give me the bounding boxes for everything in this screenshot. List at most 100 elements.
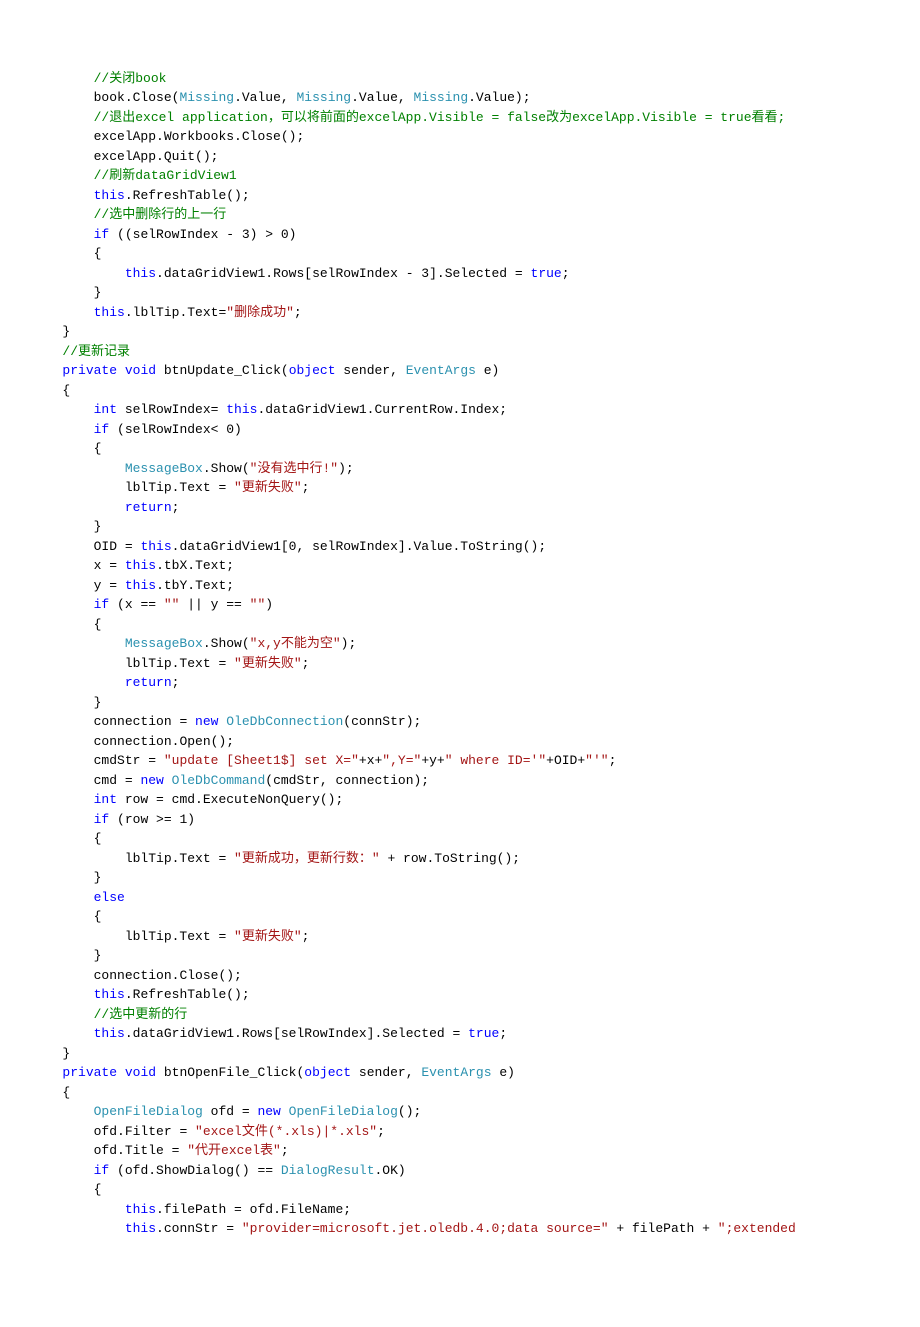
code-token: ;: [499, 1026, 507, 1041]
code-token: );: [341, 636, 357, 651]
code-token: {: [94, 1182, 102, 1197]
code-token: "更新失败": [234, 480, 302, 495]
code-line: //关闭book: [0, 69, 920, 89]
code-token: .tbY.Text;: [156, 578, 234, 593]
code-token: OID =: [94, 539, 141, 554]
code-line: connection.Open();: [0, 732, 920, 752]
code-line: this.dataGridView1.Rows[selRowIndex].Sel…: [0, 1024, 920, 1044]
code-line: else: [0, 888, 920, 908]
code-token: this: [125, 558, 156, 573]
code-line: }: [0, 1044, 920, 1064]
code-token: //选中更新的行: [94, 1007, 188, 1022]
code-token: ();: [398, 1104, 421, 1119]
code-token: Missing: [296, 90, 351, 105]
code-token: ;: [172, 500, 180, 515]
code-token: .Value);: [468, 90, 530, 105]
code-token: ;: [377, 1124, 385, 1139]
code-token: "代开excel表": [187, 1143, 281, 1158]
code-token: ofd =: [203, 1104, 258, 1119]
code-token: ";extended: [718, 1221, 796, 1236]
code-token: .Value,: [351, 90, 413, 105]
code-line: this.lblTip.Text="删除成功";: [0, 303, 920, 323]
code-token: void: [125, 1065, 156, 1080]
code-line: }: [0, 693, 920, 713]
code-token: EventArgs: [406, 363, 476, 378]
code-token: "update [Sheet1$] set X=": [164, 753, 359, 768]
code-token: ((selRowIndex - 3) > 0): [109, 227, 296, 242]
code-line: {: [0, 381, 920, 401]
code-line: if (ofd.ShowDialog() == DialogResult.OK): [0, 1161, 920, 1181]
code-token: (row >= 1): [109, 812, 195, 827]
code-token: if: [94, 227, 110, 242]
code-token: //更新记录: [62, 344, 130, 359]
code-line: private void btnOpenFile_Click(object se…: [0, 1063, 920, 1083]
code-line: MessageBox.Show("x,y不能为空");: [0, 634, 920, 654]
code-token: "删除成功": [226, 305, 294, 320]
code-token: }: [94, 870, 102, 885]
code-token: else: [94, 890, 125, 905]
code-line: }: [0, 283, 920, 303]
code-token: connection.Close();: [94, 968, 242, 983]
code-line: {: [0, 439, 920, 459]
code-token: OleDbConnection: [226, 714, 343, 729]
code-token: "没有选中行!": [250, 461, 338, 476]
code-line: MessageBox.Show("没有选中行!");: [0, 459, 920, 479]
code-line: OID = this.dataGridView1[0, selRowIndex]…: [0, 537, 920, 557]
code-token: .dataGridView1[0, selRowIndex].Value.ToS…: [172, 539, 546, 554]
code-token: [281, 1104, 289, 1119]
code-line: //刷新dataGridView1: [0, 166, 920, 186]
code-token: //选中删除行的上一行: [94, 207, 227, 222]
code-token: +x+: [359, 753, 382, 768]
code-token: true: [531, 266, 562, 281]
code-token: .dataGridView1.Rows[selRowIndex - 3].Sel…: [156, 266, 530, 281]
code-line: int row = cmd.ExecuteNonQuery();: [0, 790, 920, 810]
code-token: }: [94, 695, 102, 710]
code-token: (connStr);: [343, 714, 421, 729]
code-token: int: [94, 792, 117, 807]
code-token: OpenFileDialog: [94, 1104, 203, 1119]
code-line: //选中更新的行: [0, 1005, 920, 1025]
code-token: .OK): [375, 1163, 406, 1178]
code-token: {: [62, 1085, 70, 1100]
code-token: this: [226, 402, 257, 417]
code-token: .dataGridView1.Rows[selRowIndex].Selecte…: [125, 1026, 468, 1041]
code-token: void: [125, 363, 156, 378]
code-token: ",Y=": [382, 753, 421, 768]
code-token: (selRowIndex< 0): [109, 422, 242, 437]
code-line: int selRowIndex= this.dataGridView1.Curr…: [0, 400, 920, 420]
code-token: +OID+: [546, 753, 585, 768]
code-token: private: [62, 1065, 117, 1080]
code-token: this: [125, 1202, 156, 1217]
code-line: private void btnUpdate_Click(object send…: [0, 361, 920, 381]
code-token: this: [125, 266, 156, 281]
code-token: if: [94, 812, 110, 827]
code-token: //刷新dataGridView1: [94, 168, 237, 183]
code-token: }: [94, 285, 102, 300]
code-token: {: [94, 909, 102, 924]
code-line: y = this.tbY.Text;: [0, 576, 920, 596]
code-line: this.filePath = ofd.FileName;: [0, 1200, 920, 1220]
code-token: this: [125, 578, 156, 593]
code-line: }: [0, 517, 920, 537]
code-line: excelApp.Quit();: [0, 147, 920, 167]
code-line: connection = new OleDbConnection(connStr…: [0, 712, 920, 732]
code-line: lblTip.Text = "更新失败";: [0, 927, 920, 947]
code-token: new: [195, 714, 218, 729]
code-line: if (x == "" || y == ""): [0, 595, 920, 615]
code-token: "excel文件(*.xls)|*.xls": [195, 1124, 377, 1139]
code-token: this: [140, 539, 171, 554]
code-token: selRowIndex=: [117, 402, 226, 417]
code-token: MessageBox: [125, 461, 203, 476]
code-token: ;: [294, 305, 302, 320]
code-line: //更新记录: [0, 342, 920, 362]
code-token: }: [62, 1046, 70, 1061]
code-token: btnUpdate_Click(: [156, 363, 289, 378]
code-token: OleDbCommand: [172, 773, 266, 788]
code-token: + filePath +: [609, 1221, 718, 1236]
code-token: btnOpenFile_Click(: [156, 1065, 304, 1080]
code-token: {: [94, 617, 102, 632]
code-token: new: [140, 773, 163, 788]
code-line: }: [0, 946, 920, 966]
code-token: connection =: [94, 714, 195, 729]
code-token: book.Close(: [94, 90, 180, 105]
